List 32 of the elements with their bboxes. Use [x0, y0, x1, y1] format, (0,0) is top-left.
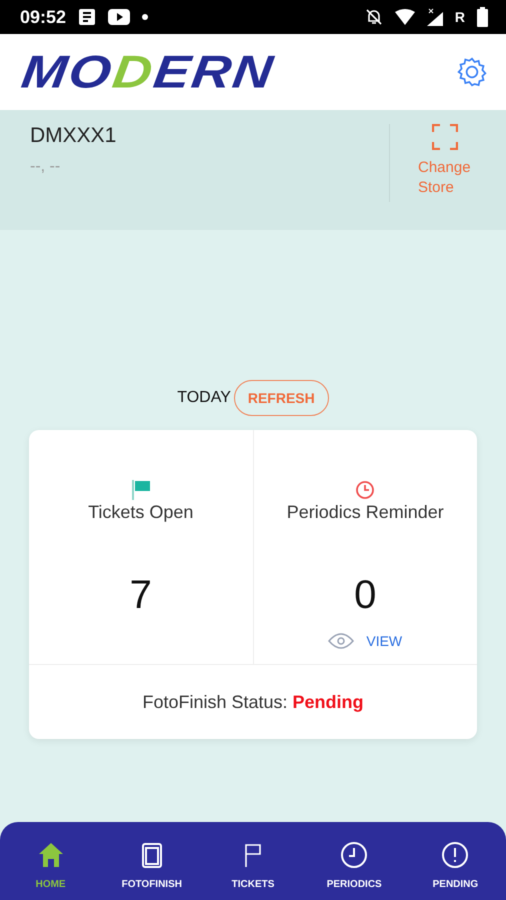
stat-label: Tickets Open [88, 502, 194, 523]
alert-icon [440, 840, 470, 870]
wifi-icon [394, 9, 415, 25]
fotofinish-status-value: Pending [292, 692, 364, 712]
news-icon [78, 8, 96, 26]
store-location: --, -- [30, 158, 62, 176]
scan-frame-icon [432, 124, 458, 150]
today-label: TODAY [177, 389, 231, 407]
bell-off-icon [364, 8, 383, 26]
store-code: DMXXX1 [30, 124, 118, 148]
nav-tab[interactable]: PENDING [404, 832, 506, 890]
nav-tab[interactable]: FOTOFINISH [101, 832, 202, 890]
status-time: 09:52 [20, 6, 66, 28]
nav-tab[interactable]: HOME [0, 832, 102, 890]
nav-tab[interactable]: PERIODICS [304, 832, 405, 890]
signal-icon [426, 8, 443, 26]
fotofinish-status-label: FotoFinish Status: [142, 692, 288, 712]
battery-icon [477, 7, 488, 27]
play-icon [108, 9, 130, 25]
nav-tab[interactable]: TICKETS [202, 832, 304, 890]
clock-icon [355, 480, 376, 500]
stat-label: Periodics Reminder [286, 502, 444, 523]
stat-value: 0 [354, 573, 376, 618]
eye-icon [328, 632, 354, 650]
network-label: R [454, 9, 465, 25]
settings-icon[interactable] [456, 56, 488, 88]
dot-icon [142, 14, 148, 20]
logo: MODERN [18, 46, 278, 98]
clock-icon [339, 840, 370, 870]
flag-icon [130, 480, 152, 500]
stat-value: 7 [130, 573, 152, 618]
view-link[interactable]: VIEW [366, 633, 402, 649]
